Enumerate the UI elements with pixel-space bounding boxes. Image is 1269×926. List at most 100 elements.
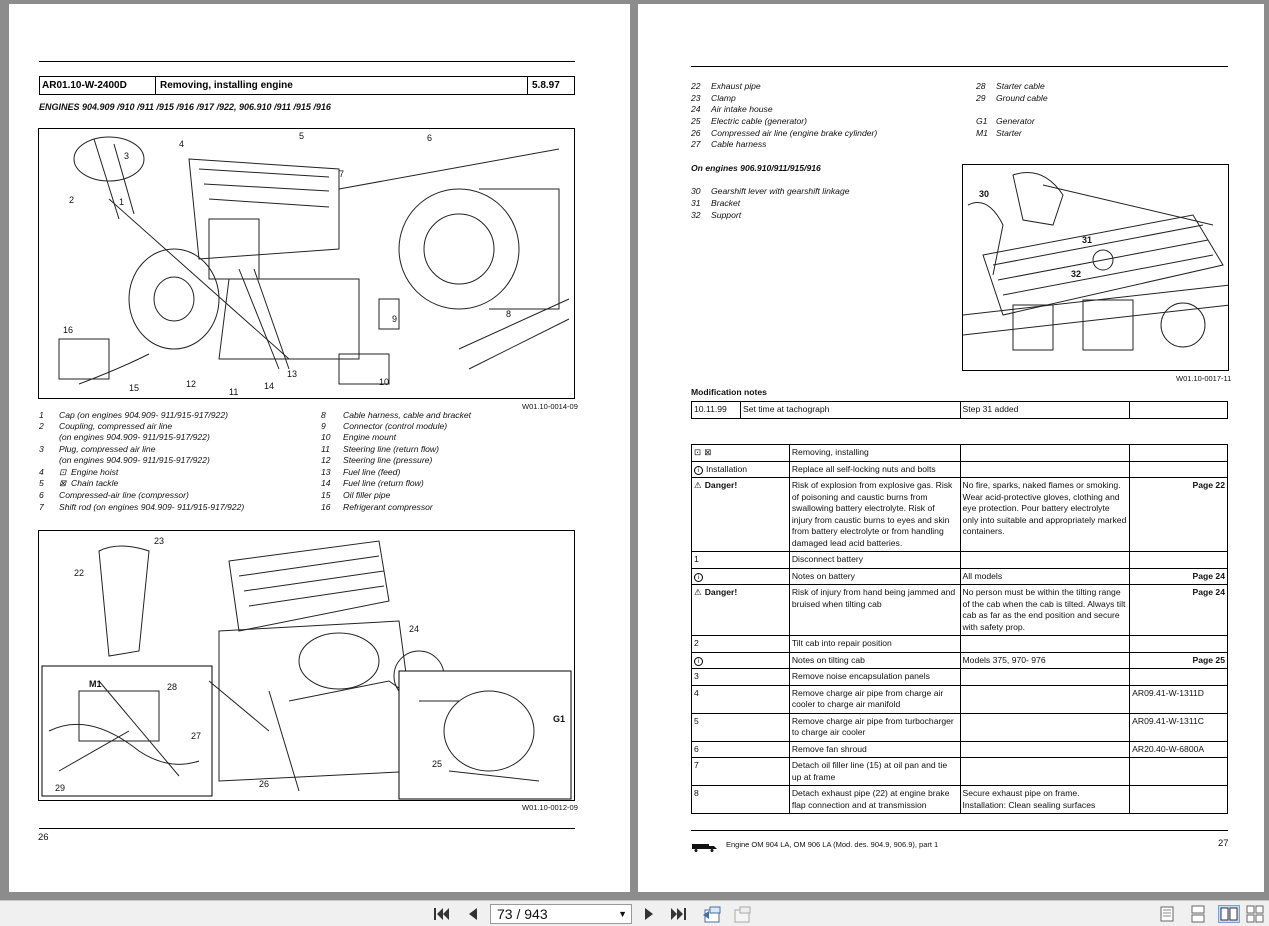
step-text: Page 24 xyxy=(1192,587,1226,597)
top-rule xyxy=(691,66,1228,67)
legend-text: Ground cable xyxy=(996,93,1048,103)
legend-text: Generator xyxy=(996,116,1035,126)
step-text: Models 375, 970- 976 xyxy=(962,654,1046,665)
step-cell-c xyxy=(959,444,1131,462)
table-row: 4 Remove charge air pipe from charge air … xyxy=(691,684,1228,714)
legend-num: 15 xyxy=(321,490,331,500)
legend-num: 2 xyxy=(39,421,44,431)
table-row: 6 Remove fan shroud AR20.40-W-6800A xyxy=(691,740,1228,758)
page-number-field[interactable]: 73 / 943 ▼ xyxy=(490,904,632,924)
callout-26: 26 xyxy=(259,779,270,789)
legend-text: Engine mount xyxy=(343,432,397,442)
step-text: 5 xyxy=(694,715,699,726)
facing-pages-view-button[interactable] xyxy=(1218,905,1240,923)
legend-num: 31 xyxy=(691,198,701,208)
callout-10: 10 xyxy=(379,377,390,387)
last-page-icon xyxy=(671,908,686,920)
step-cell-d: Page 25 xyxy=(1129,651,1228,669)
top-rule xyxy=(39,61,575,62)
callout-30: 30 xyxy=(979,189,990,199)
truck-logo-icon xyxy=(692,839,718,852)
legend-num: 9 xyxy=(321,421,326,431)
step-text: Replace all self-locking nuts and bolts xyxy=(791,463,936,474)
legend-num: 5 xyxy=(39,478,44,488)
step-text: Risk of explosion from explosive gas. Ri… xyxy=(791,480,953,548)
continuous-facing-view-button[interactable] xyxy=(1244,905,1266,923)
callout-25: 25 xyxy=(432,759,443,769)
step-cell-d xyxy=(1129,460,1228,478)
last-page-button[interactable] xyxy=(670,906,688,922)
step-text: Risk of injury from hand being jammed an… xyxy=(791,587,956,609)
step-cell-a: 2 xyxy=(691,635,790,653)
callout-31: 31 xyxy=(1082,235,1093,245)
previous-page-button[interactable] xyxy=(464,906,482,922)
legend-num: 30 xyxy=(691,186,701,196)
modification-notes-heading: Modification notes xyxy=(691,387,767,397)
doc-title: Removing, installing engine xyxy=(156,77,528,94)
callout-3: 3 xyxy=(124,151,130,161)
callout-6: 6 xyxy=(427,133,433,143)
engine-figure-3: 30 31 32 xyxy=(962,164,1229,371)
page-number: 27 xyxy=(1218,838,1229,849)
table-row: i Notes on tilting cab Models 375, 970- 97… xyxy=(691,651,1228,669)
callout-11: 11 xyxy=(229,387,239,397)
legend-num: 25 xyxy=(691,116,701,126)
step-cell-a: ⚠ Danger! xyxy=(691,584,790,636)
legend-text: (on engines 904.909- 911/915-917/922) xyxy=(59,455,210,465)
step-cell-b: Risk of injury from hand being jammed an… xyxy=(788,584,961,636)
step-cell-c xyxy=(959,684,1131,714)
callout-7: 7 xyxy=(339,169,345,179)
step-text: AR20.40-W-6800A xyxy=(1132,743,1205,754)
page-dropdown-icon[interactable]: ▼ xyxy=(618,905,627,923)
step-text: No fire, sparks, naked flames or smoking… xyxy=(962,480,1127,536)
callout-9: 9 xyxy=(392,314,398,324)
legend-num: 27 xyxy=(691,139,701,149)
step-text: AR09.41-W-1311C xyxy=(1132,715,1204,726)
legend-num: G1 xyxy=(976,116,988,126)
step-cell-a: i Installation xyxy=(691,460,790,478)
step-cell-a: 6 xyxy=(691,740,790,758)
table-row: i Notes on battery All models Page 24 xyxy=(691,567,1228,585)
legend-text: Compressed-air line (compressor) xyxy=(59,490,189,500)
callout-16: 16 xyxy=(63,325,74,335)
single-page-view-button[interactable] xyxy=(1156,905,1178,923)
table-row: i Installation Replace all self-locking nu… xyxy=(691,460,1228,478)
chain-tackle-icon: ⊠ xyxy=(704,447,712,457)
legend-text: Cap (on engines 904.909- 911/915-917/922… xyxy=(59,410,228,420)
document-viewport[interactable]: AR01.10-W-2400D Removing, installing eng… xyxy=(0,0,1269,900)
facing-pages-icon xyxy=(1220,907,1238,921)
go-forward-view-button[interactable] xyxy=(732,906,754,923)
next-page-button[interactable] xyxy=(640,906,658,922)
page-27: 22 Exhaust pipe 23 Clamp 24 Air intake h… xyxy=(638,4,1264,892)
step-text: 7 xyxy=(694,760,699,770)
step-text: 2 xyxy=(694,638,699,648)
step-cell-a: 1 xyxy=(691,551,790,569)
info-circle-icon: i xyxy=(694,572,703,582)
step-text: AR09.41-W-1311D xyxy=(1132,687,1204,698)
step-cell-d: AR09.41-W-1311C xyxy=(1129,712,1228,742)
legend-text: Steering line (return flow) xyxy=(343,444,440,454)
continuous-view-button[interactable] xyxy=(1187,905,1209,923)
first-page-button[interactable] xyxy=(432,906,450,922)
step-text: All models xyxy=(962,570,1003,581)
legend-num: 1 xyxy=(39,410,44,420)
step-cell-b: Tilt cab into repair position xyxy=(788,635,961,653)
legend-text: Shift rod (on engines 904.909- 911/915-9… xyxy=(59,502,245,512)
page-number-value: 73 / 943 xyxy=(497,906,548,922)
step-text: 8 xyxy=(694,788,699,798)
legend-num: 11 xyxy=(321,444,330,454)
callout-5: 5 xyxy=(299,131,305,141)
step-text: 1 xyxy=(694,554,699,564)
step-cell-c: No person must be within the tilting ran… xyxy=(959,584,1131,636)
legend-num: 23 xyxy=(691,93,701,103)
legend-num: 14 xyxy=(321,478,331,488)
go-back-view-button[interactable] xyxy=(702,906,724,923)
callout-32: 32 xyxy=(1071,269,1082,279)
step-cell-b: Remove charge air pipe from charge air c… xyxy=(788,684,961,714)
engines-heading: On engines 906.910/911/915/916 xyxy=(691,163,821,173)
step-text: Danger! xyxy=(704,480,738,490)
modification-table: 10.11.99 Set time at tachograph Step 31 … xyxy=(691,401,1228,419)
step-cell-c: All models xyxy=(959,567,1131,585)
legend-text: Coupling, compressed air line xyxy=(59,421,173,431)
table-row: 8 Detach exhaust pipe (22) at engine brak… xyxy=(691,785,1228,814)
